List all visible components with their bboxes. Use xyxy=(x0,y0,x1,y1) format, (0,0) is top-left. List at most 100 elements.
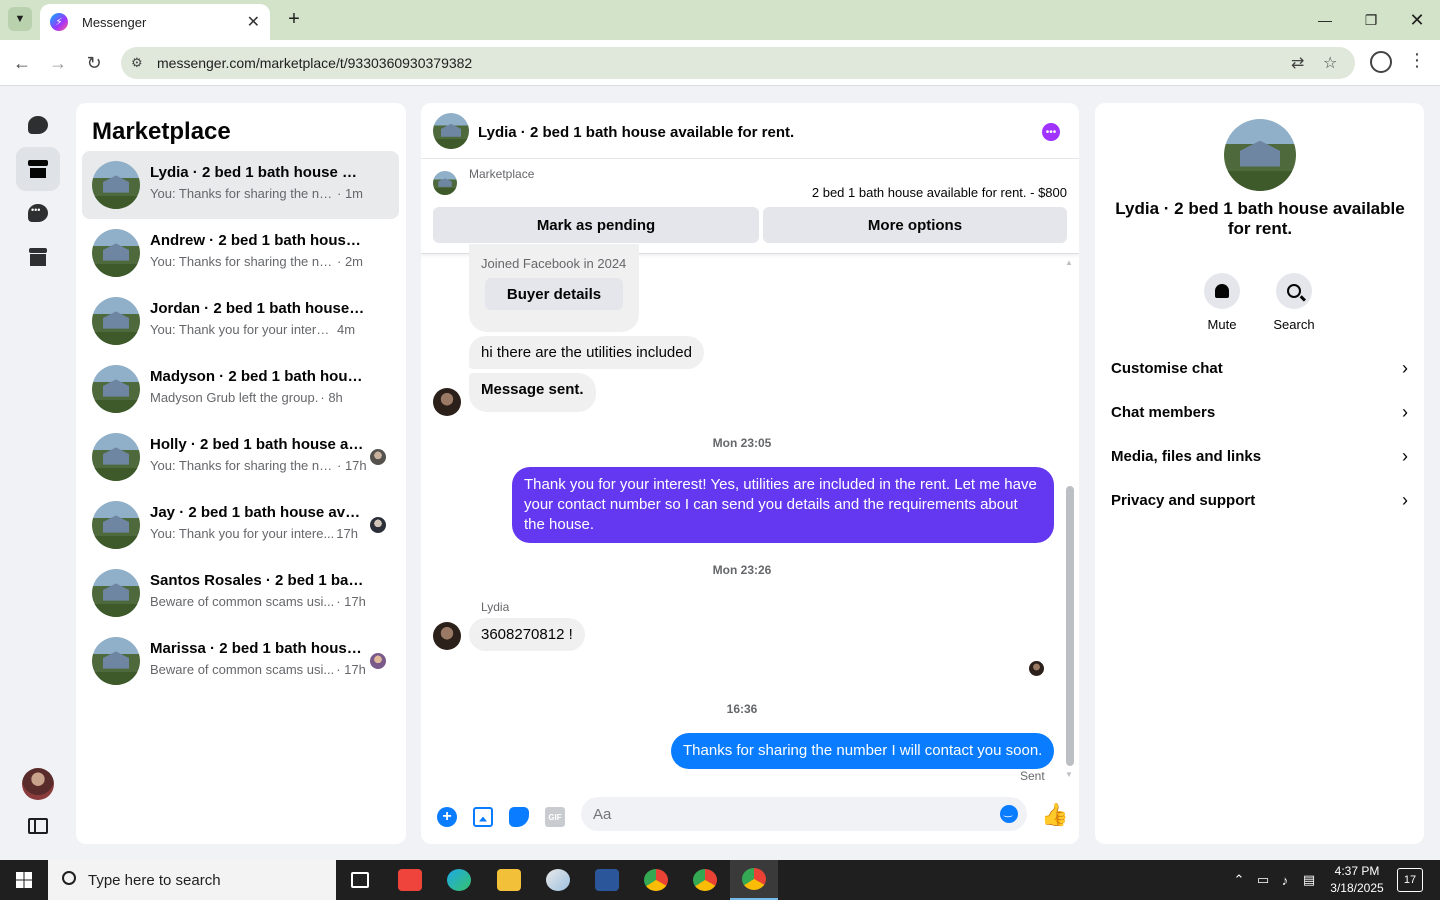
conversation-name: Madyson · 2 bed 1 bath hous... xyxy=(150,368,365,385)
minimize-icon[interactable]: — xyxy=(1302,0,1348,40)
clock-time: 4:37 PM xyxy=(1334,864,1380,878)
close-icon[interactable]: ✕ xyxy=(1394,0,1440,40)
listing-avatar xyxy=(92,365,140,413)
word-icon[interactable] xyxy=(583,860,631,900)
sender-avatar[interactable] xyxy=(433,622,461,650)
conversation-item[interactable]: Lydia · 2 bed 1 bath house av... You: Th… xyxy=(82,151,399,219)
mute-label: Mute xyxy=(1207,317,1237,332)
plus-icon[interactable]: + xyxy=(437,807,457,827)
marketplace-listing-bar: Marketplace 2 bed 1 bath house available… xyxy=(421,159,1079,254)
mark-pending-button[interactable]: Mark as pending xyxy=(433,207,759,243)
volume-icon[interactable]: ♪ xyxy=(1275,860,1295,900)
rail-chats-button[interactable] xyxy=(16,103,60,147)
listing-thumbnail[interactable] xyxy=(433,171,457,195)
listing-avatar xyxy=(92,569,140,617)
bookmark-star-icon[interactable]: ☆ xyxy=(1323,53,1337,73)
browser-menu-icon[interactable]: ⋮ xyxy=(1408,50,1426,71)
conversation-preview: You: Thanks for sharing the nu... xyxy=(150,254,335,269)
conversation-time: · 2m xyxy=(337,254,363,269)
chat-avatar[interactable] xyxy=(433,113,469,149)
rail-marketplace-button[interactable] xyxy=(16,147,60,191)
scroll-down-arrow-icon[interactable]: ▼ xyxy=(1065,770,1073,779)
thumbs-up-icon[interactable]: 👍 xyxy=(1041,802,1068,828)
incoming-message[interactable]: hi there are the utilities included xyxy=(469,336,704,369)
conversation-preview: You: Thank you for your intere... xyxy=(150,526,335,541)
chat-info-panel: Lydia · 2 bed 1 bath house available for… xyxy=(1095,103,1424,844)
search-button[interactable]: Search xyxy=(1264,273,1324,332)
browser-tab[interactable]: ⚡ Messenger ✕ xyxy=(40,4,270,40)
profile-icon[interactable] xyxy=(1370,51,1392,73)
file-explorer-icon[interactable] xyxy=(485,860,533,900)
chrome-profile-icon[interactable] xyxy=(681,860,729,900)
privacy-support-row[interactable]: Privacy and support › xyxy=(1111,478,1408,522)
site-settings-icon[interactable]: ⚙ xyxy=(131,55,143,71)
battery-icon[interactable]: ▭ xyxy=(1253,860,1273,900)
conversation-item[interactable]: Jay · 2 bed 1 bath house avail... You: T… xyxy=(82,491,399,559)
translate-icon[interactable]: ⇄ xyxy=(1291,53,1304,73)
seen-avatar xyxy=(370,517,386,533)
emoji-icon[interactable] xyxy=(1000,805,1018,823)
scroll-up-arrow-icon[interactable]: ▲ xyxy=(1065,258,1073,267)
chat-title[interactable]: Lydia · 2 bed 1 bath house available for… xyxy=(478,124,794,141)
conversation-name: Jordan · 2 bed 1 bath house a... xyxy=(150,300,365,317)
image-icon[interactable] xyxy=(473,807,493,827)
rail-archive-button[interactable] xyxy=(16,235,60,279)
conversation-item[interactable]: Madyson · 2 bed 1 bath hous... Madyson G… xyxy=(82,355,399,423)
incoming-message[interactable]: Message sent. xyxy=(469,373,596,412)
conversation-time: 4m xyxy=(337,322,356,337)
tab-search-chevron-icon[interactable]: ▼ xyxy=(8,7,32,31)
reload-icon[interactable]: ↻ xyxy=(81,50,107,76)
conversation-preview: Madyson Grub left the group. xyxy=(150,390,319,405)
mute-button[interactable]: Mute xyxy=(1192,273,1252,332)
chat-members-row[interactable]: Chat members › xyxy=(1111,390,1408,434)
listing-avatar xyxy=(92,161,140,209)
thread-scrollbar[interactable] xyxy=(1066,486,1074,766)
forward-arrow-icon[interactable]: → xyxy=(45,50,71,76)
notification-center-icon[interactable]: 17 xyxy=(1397,868,1423,892)
message-input[interactable] xyxy=(581,797,1027,831)
paint-icon[interactable] xyxy=(534,860,582,900)
conversation-item[interactable]: Andrew · 2 bed 1 bath house ... You: Tha… xyxy=(82,219,399,287)
tab-close-icon[interactable]: ✕ xyxy=(247,12,260,32)
conversation-item[interactable]: Jordan · 2 bed 1 bath house a... You: Th… xyxy=(82,287,399,355)
outgoing-message[interactable]: Thanks for sharing the number I will con… xyxy=(671,733,1055,769)
media-files-row[interactable]: Media, files and links › xyxy=(1111,434,1408,478)
network-icon[interactable]: ▤ xyxy=(1298,860,1320,900)
sender-name: Lydia xyxy=(481,600,510,614)
sticker-icon[interactable] xyxy=(509,807,529,827)
sender-avatar[interactable] xyxy=(433,388,461,416)
incoming-message[interactable]: 3608270812 ! xyxy=(469,618,585,651)
tray-chevron-icon[interactable]: ⌃ xyxy=(1228,860,1250,900)
listing-summary[interactable]: 2 bed 1 bath house available for rent. -… xyxy=(812,185,1067,200)
chrome-icon[interactable] xyxy=(632,860,680,900)
more-options-icon[interactable]: ••• xyxy=(1042,123,1060,141)
taskbar-search[interactable]: Type here to search xyxy=(48,860,336,900)
user-avatar[interactable] xyxy=(22,768,54,800)
new-tab-plus-icon[interactable]: + xyxy=(282,7,306,31)
customise-chat-row[interactable]: Customise chat › xyxy=(1111,346,1408,390)
more-options-button[interactable]: More options xyxy=(763,207,1067,243)
clock-date: 3/18/2025 xyxy=(1330,881,1384,895)
archive-icon xyxy=(29,248,47,266)
back-arrow-icon[interactable]: ← xyxy=(9,50,35,76)
maximize-icon[interactable]: ❐ xyxy=(1348,0,1394,40)
url-text[interactable]: messenger.com/marketplace/t/933036093037… xyxy=(157,55,472,71)
sidebar-toggle-icon[interactable] xyxy=(28,818,48,834)
info-avatar[interactable] xyxy=(1224,119,1296,191)
outgoing-message[interactable]: Thank you for your interest! Yes, utilit… xyxy=(512,467,1054,543)
gif-icon[interactable]: GIF xyxy=(545,807,565,827)
chrome-active-icon[interactable] xyxy=(730,860,778,900)
edge-icon[interactable] xyxy=(435,860,483,900)
conversation-item[interactable]: Marissa · 2 bed 1 bath house ... Beware … xyxy=(82,627,399,695)
buyer-details-button[interactable]: Buyer details xyxy=(485,278,623,310)
conversation-item[interactable]: Santos Rosales · 2 bed 1 bath ... Beware… xyxy=(82,559,399,627)
system-clock[interactable]: 4:37 PM 3/18/2025 xyxy=(1322,863,1392,897)
rail-requests-button[interactable] xyxy=(16,191,60,235)
task-view-icon[interactable] xyxy=(336,860,384,900)
seen-avatar xyxy=(370,653,386,669)
start-button[interactable] xyxy=(0,860,48,900)
conversation-item[interactable]: Holly · 2 bed 1 bath house av... You: Th… xyxy=(82,423,399,491)
anydesk-icon[interactable] xyxy=(386,860,434,900)
marketplace-label: Marketplace xyxy=(469,167,535,181)
url-omnibox[interactable]: ⚙ messenger.com/marketplace/t/9330360930… xyxy=(121,47,1355,79)
